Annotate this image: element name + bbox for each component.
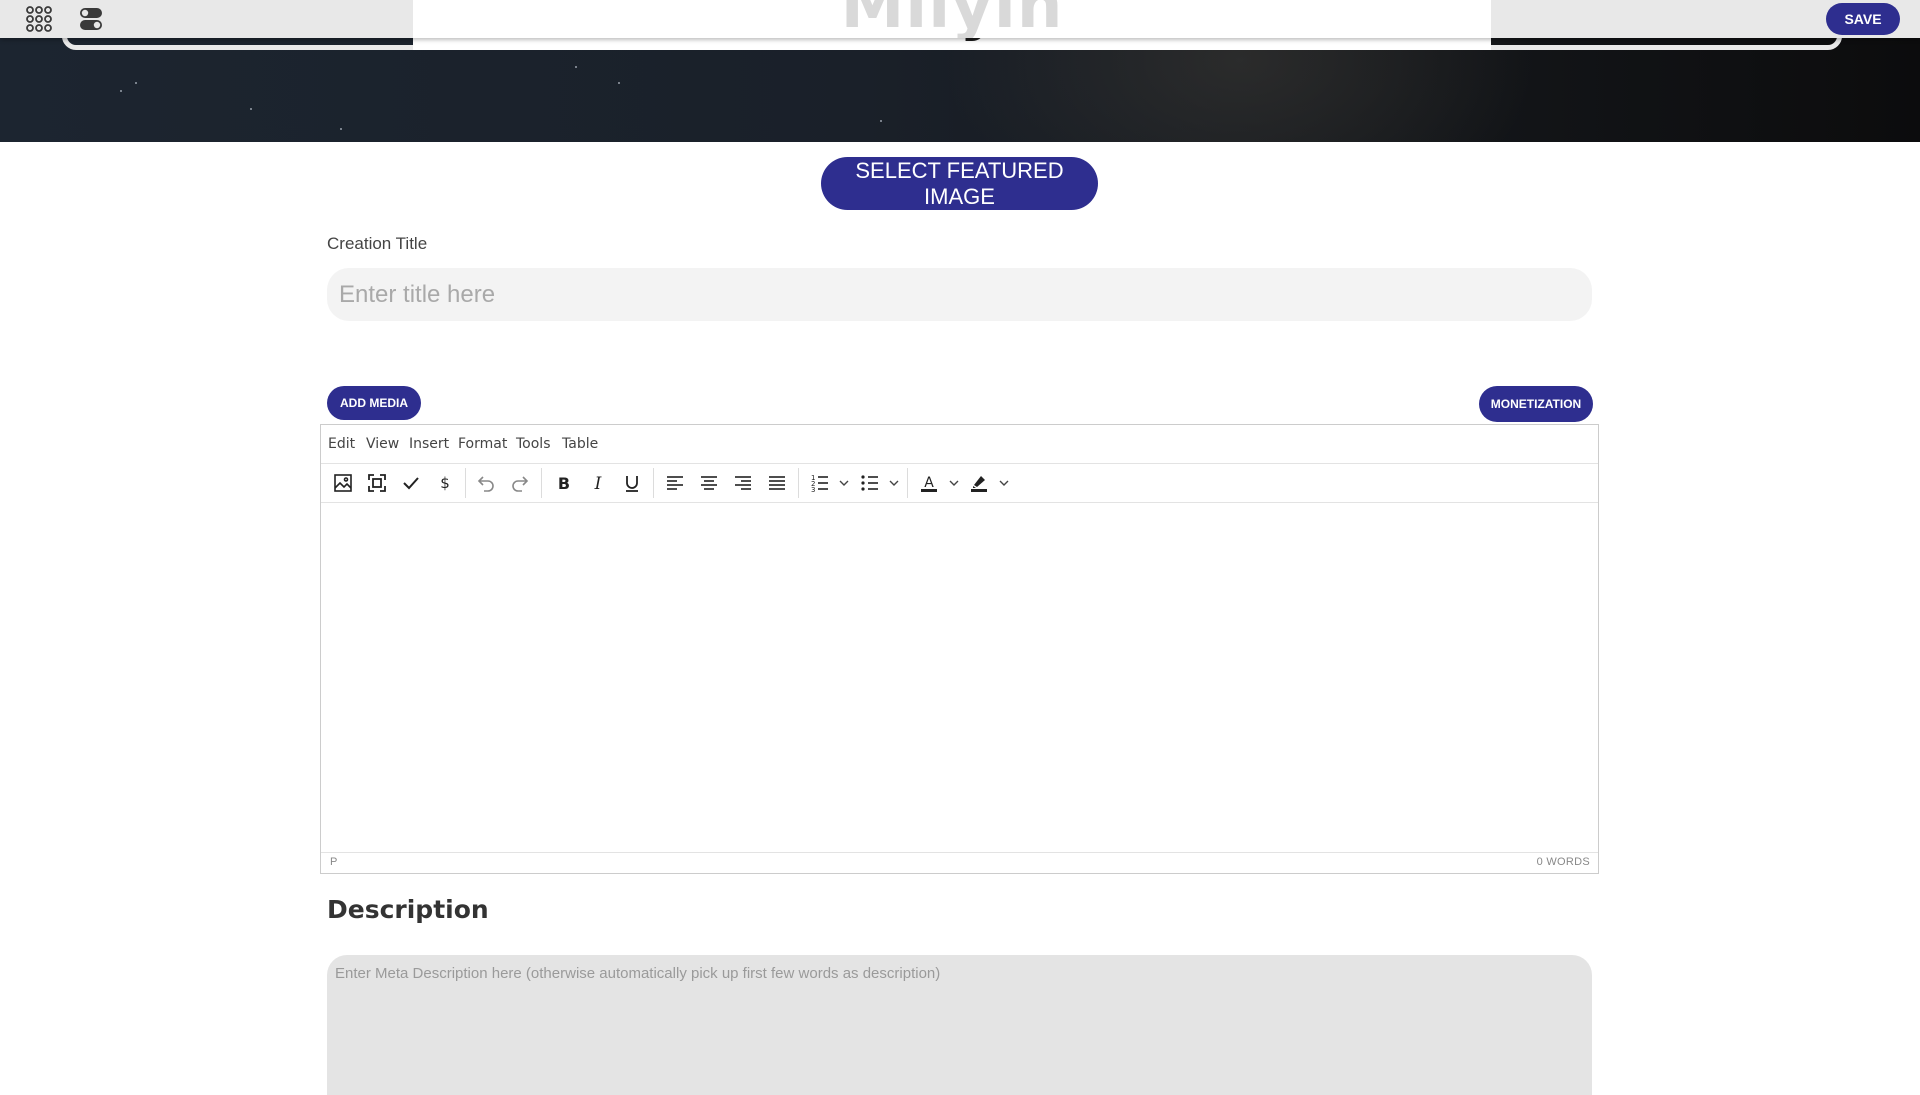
save-button[interactable]: SAVE bbox=[1826, 3, 1900, 35]
image-icon[interactable] bbox=[332, 472, 354, 494]
star-dot bbox=[880, 120, 882, 122]
fullscreen-icon[interactable] bbox=[366, 472, 388, 494]
chevron-down-icon[interactable] bbox=[838, 476, 850, 488]
editor-content-area[interactable] bbox=[321, 503, 1598, 853]
undo-icon[interactable] bbox=[475, 472, 497, 494]
star-dot bbox=[135, 82, 137, 84]
select-featured-image-button[interactable]: SELECT FEATURED IMAGE bbox=[821, 157, 1098, 210]
chevron-down-icon[interactable] bbox=[998, 476, 1010, 488]
menu-format[interactable]: Format bbox=[458, 436, 507, 452]
topbar-brand-peek: Milyin bbox=[840, 0, 1064, 38]
toggle-switches-icon[interactable] bbox=[78, 6, 104, 32]
toolbar-separator bbox=[798, 468, 799, 498]
align-left-icon[interactable] bbox=[664, 472, 686, 494]
rich-text-editor: Edit View Insert Format Tools Table $ B … bbox=[320, 424, 1599, 874]
grid-apps-icon[interactable] bbox=[25, 6, 53, 32]
menu-table[interactable]: Table bbox=[562, 436, 598, 452]
bullet-list-icon[interactable] bbox=[859, 472, 881, 494]
creation-title-label: Creation Title bbox=[327, 234, 428, 253]
text-color-icon[interactable]: A bbox=[918, 472, 940, 494]
highlight-color-icon[interactable] bbox=[968, 472, 990, 494]
description-heading: Description bbox=[327, 895, 489, 924]
toolbar-separator bbox=[907, 468, 908, 498]
toolbar-separator bbox=[653, 468, 654, 498]
svg-text:I: I bbox=[594, 474, 602, 494]
menu-tools[interactable]: Tools bbox=[516, 436, 551, 452]
menu-insert[interactable]: Insert bbox=[409, 436, 449, 452]
toolbar-separator bbox=[541, 468, 542, 498]
numbered-list-icon[interactable]: 123 bbox=[809, 472, 831, 494]
svg-text:3: 3 bbox=[811, 486, 815, 494]
top-app-bar: Milyin SAVE bbox=[0, 0, 1920, 38]
star-dot bbox=[250, 108, 252, 110]
svg-text:B: B bbox=[558, 474, 570, 493]
chevron-down-icon[interactable] bbox=[948, 476, 960, 488]
italic-icon[interactable]: I bbox=[587, 472, 609, 494]
toolbar-separator bbox=[465, 468, 466, 498]
redo-icon[interactable] bbox=[509, 472, 531, 494]
monetization-button[interactable]: MONETIZATION bbox=[1479, 386, 1593, 422]
star-dot bbox=[340, 128, 342, 130]
word-count: 0 WORDS bbox=[1536, 856, 1590, 868]
editor-toolbar: $ B I 1 2 3 A bbox=[321, 464, 1598, 503]
svg-text:$: $ bbox=[440, 474, 450, 492]
star-dot bbox=[618, 82, 620, 84]
align-center-icon[interactable] bbox=[698, 472, 720, 494]
add-media-button[interactable]: ADD MEDIA bbox=[327, 386, 421, 420]
menu-view[interactable]: View bbox=[366, 436, 399, 452]
underline-icon[interactable] bbox=[621, 472, 643, 494]
align-justify-icon[interactable] bbox=[766, 472, 788, 494]
creation-title-input[interactable] bbox=[327, 268, 1592, 321]
star-dot bbox=[120, 90, 122, 92]
dollar-icon[interactable]: $ bbox=[434, 472, 456, 494]
bold-icon[interactable]: B bbox=[553, 472, 575, 494]
meta-description-textarea[interactable] bbox=[327, 955, 1592, 1095]
svg-text:A: A bbox=[924, 475, 934, 491]
spellcheck-icon[interactable] bbox=[400, 472, 422, 494]
star-dot bbox=[575, 66, 577, 68]
menu-edit[interactable]: Edit bbox=[328, 436, 355, 452]
editor-menubar: Edit View Insert Format Tools Table bbox=[321, 425, 1598, 464]
editor-statusbar: P 0 WORDS bbox=[321, 852, 1598, 873]
align-right-icon[interactable] bbox=[732, 472, 754, 494]
chevron-down-icon[interactable] bbox=[888, 476, 900, 488]
element-path[interactable]: P bbox=[330, 856, 337, 868]
